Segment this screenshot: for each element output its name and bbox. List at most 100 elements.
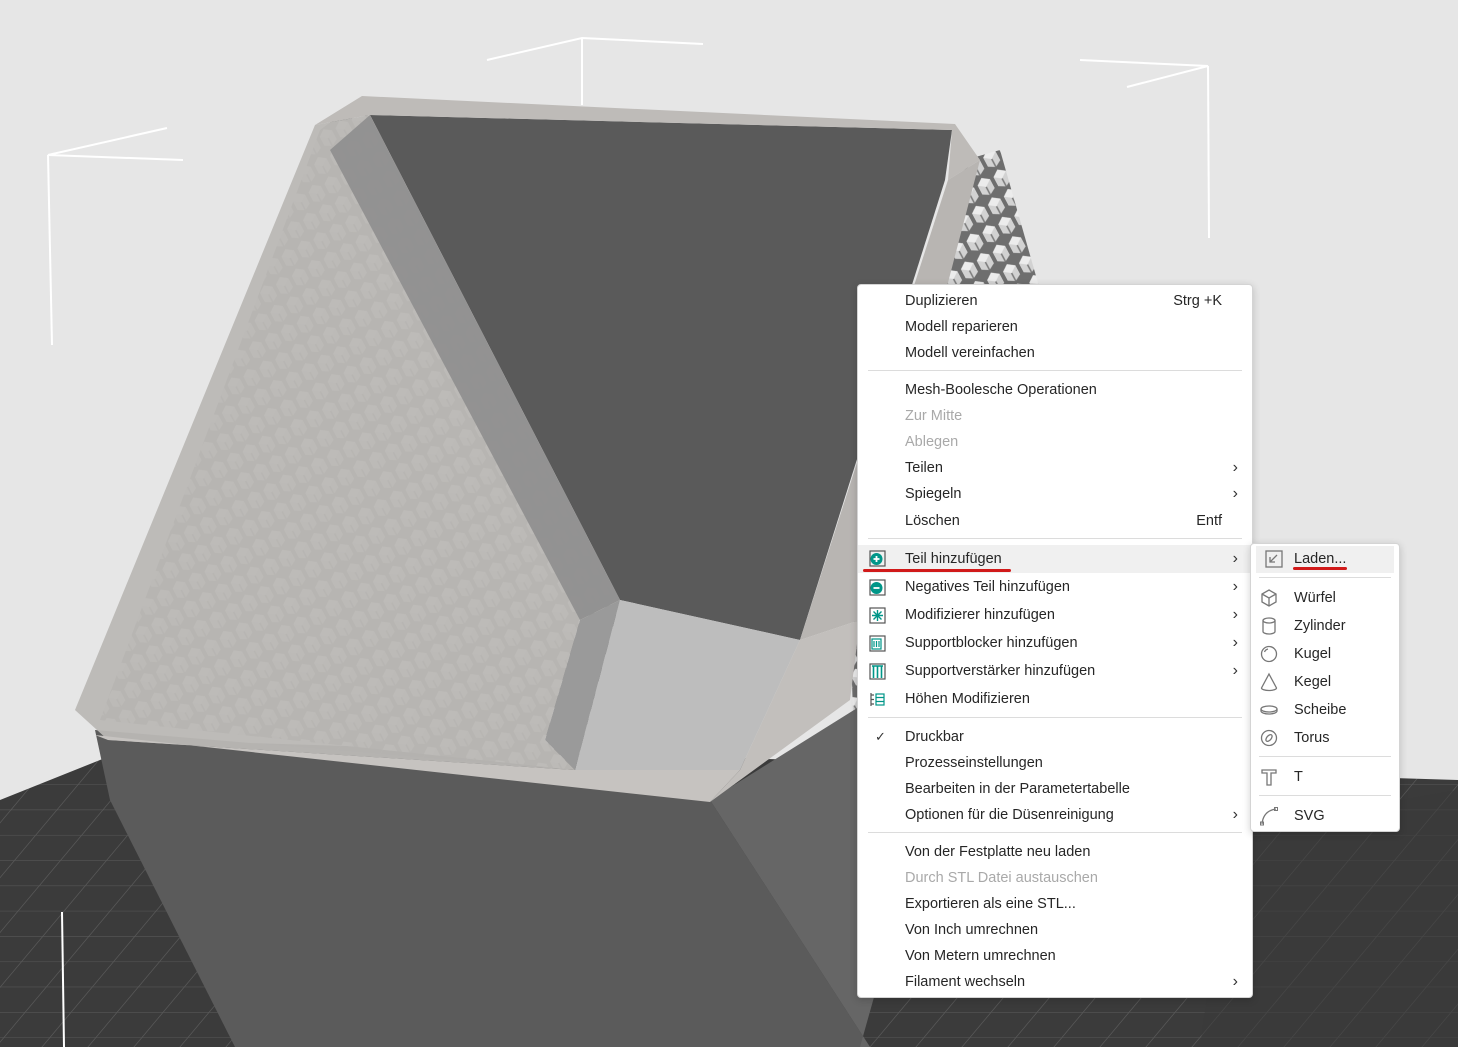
menu-item-replace-with-stl: Durch STL Datei austauschen (858, 865, 1252, 891)
menu-item-add-support-blocker[interactable]: Supportblocker hinzufügen › (858, 630, 1252, 656)
add-part-icon (869, 550, 886, 567)
svg-curve-icon (1260, 807, 1278, 826)
menu-item-change-filament[interactable]: Filament wechseln › (858, 969, 1252, 995)
cube-icon (1261, 589, 1277, 607)
chevron-right-icon: › (1232, 973, 1238, 990)
menu-item-label: Torus (1294, 730, 1330, 746)
menu-item-label: Supportblocker hinzufügen (905, 635, 1078, 651)
menu-item-convert-from-meters[interactable]: Von Metern umrechnen (858, 943, 1252, 969)
menu-separator (1259, 577, 1391, 578)
submenu-item-cube[interactable]: Würfel (1251, 585, 1399, 611)
menu-item-label: Von Metern umrechnen (905, 948, 1056, 964)
text-icon (1261, 769, 1277, 786)
menu-item-center: Zur Mitte (858, 403, 1252, 429)
red-annotation-underline (1293, 567, 1347, 570)
menu-item-label: Negatives Teil hinzufügen (905, 579, 1070, 595)
menu-item-shortcut: Entf (1196, 513, 1222, 529)
menu-separator (868, 538, 1242, 539)
menu-item-split[interactable]: Teilen › (858, 455, 1252, 481)
add-part-submenu: Laden... Würfel Zylinder Kugel Kegel Sch… (1250, 543, 1400, 832)
submenu-item-cylinder[interactable]: Zylinder (1251, 613, 1399, 639)
menu-item-label: Modell reparieren (905, 319, 1018, 335)
menu-item-label: Mesh-Boolesche Operationen (905, 382, 1097, 398)
menu-item-simplify-model[interactable]: Modell vereinfachen (858, 340, 1252, 366)
menu-item-label: Druckbar (905, 729, 964, 745)
submenu-item-torus[interactable]: Torus (1251, 725, 1399, 751)
menu-item-label: Höhen Modifizieren (905, 691, 1030, 707)
menu-item-add-modifier[interactable]: Modifizierer hinzufügen › (858, 602, 1252, 628)
menu-item-label: Scheibe (1294, 702, 1347, 718)
menu-separator (868, 370, 1242, 371)
negative-part-icon (869, 579, 886, 596)
menu-item-add-negative-part[interactable]: Negatives Teil hinzufügen › (858, 574, 1252, 600)
menu-item-duplicate[interactable]: Duplizieren Strg +K (858, 288, 1252, 314)
menu-item-label: Modell vereinfachen (905, 345, 1035, 361)
menu-item-label: Supportverstärker hinzufügen (905, 663, 1096, 679)
menu-item-label: Von der Festplatte neu laden (905, 844, 1091, 860)
menu-item-repair-model[interactable]: Modell reparieren (858, 314, 1252, 340)
load-file-icon (1265, 550, 1283, 568)
height-modifier-icon (870, 693, 885, 706)
menu-item-label: Prozesseinstellungen (905, 755, 1043, 771)
menu-item-mesh-boolean[interactable]: Mesh-Boolesche Operationen (858, 377, 1252, 403)
cylinder-icon (1262, 617, 1276, 635)
menu-item-label: SVG (1294, 808, 1325, 824)
chevron-right-icon: › (1232, 806, 1238, 823)
chevron-right-icon: › (1232, 634, 1238, 651)
menu-item-label: Modifizierer hinzufügen (905, 607, 1055, 623)
chevron-right-icon: › (1232, 606, 1238, 623)
menu-item-process-settings[interactable]: Prozesseinstellungen (858, 750, 1252, 776)
menu-item-label: Kugel (1294, 646, 1332, 662)
modifier-icon (869, 607, 886, 624)
torus-icon (1260, 729, 1278, 747)
menu-item-delete[interactable]: Löschen Entf (858, 508, 1252, 534)
support-blocker-icon (869, 635, 886, 652)
menu-item-drop-to-bed: Ablegen (858, 429, 1252, 455)
menu-item-shortcut: Strg +K (1173, 293, 1222, 309)
menu-item-label: Zylinder (1294, 618, 1346, 634)
menu-item-label: Zur Mitte (905, 408, 963, 424)
menu-item-add-support-enforcer[interactable]: Supportverstärker hinzufügen › (858, 658, 1252, 684)
chevron-right-icon: › (1232, 550, 1238, 567)
menu-item-label: Teilen (905, 460, 943, 476)
menu-item-export-stl[interactable]: Exportieren als eine STL... (858, 891, 1252, 917)
submenu-item-sphere[interactable]: Kugel (1251, 641, 1399, 667)
menu-item-edit-parameter-table[interactable]: Bearbeiten in der Parametertabelle (858, 776, 1252, 802)
menu-item-label: Durch STL Datei austauschen (905, 870, 1098, 886)
submenu-item-disc[interactable]: Scheibe (1251, 697, 1399, 723)
menu-item-label: T (1294, 769, 1303, 785)
object-context-menu: Duplizieren Strg +K Modell reparieren Mo… (857, 284, 1253, 998)
menu-separator (868, 832, 1242, 833)
menu-item-reload-from-disk[interactable]: Von der Festplatte neu laden (858, 839, 1252, 865)
menu-item-label: Duplizieren (905, 293, 978, 309)
chevron-right-icon: › (1232, 459, 1238, 476)
support-enforcer-icon (869, 663, 886, 680)
menu-item-label: Löschen (905, 513, 960, 529)
submenu-item-svg[interactable]: SVG (1251, 803, 1399, 829)
menu-item-label: Bearbeiten in der Parametertabelle (905, 781, 1130, 797)
menu-separator (1259, 756, 1391, 757)
menu-separator (868, 717, 1242, 718)
menu-item-label: Optionen für die Düsenreinigung (905, 807, 1114, 823)
menu-item-label: Ablegen (905, 434, 959, 450)
submenu-item-text[interactable]: T (1251, 764, 1399, 790)
menu-item-label: Filament wechseln (905, 974, 1026, 990)
menu-separator (1259, 795, 1391, 796)
menu-item-printable[interactable]: ✓ Druckbar (858, 724, 1252, 750)
chevron-right-icon: › (1232, 485, 1238, 502)
menu-item-label: Exportieren als eine STL... (905, 896, 1076, 912)
red-annotation-underline (863, 569, 1011, 572)
sphere-icon (1260, 645, 1278, 663)
menu-item-convert-from-inch[interactable]: Von Inch umrechnen (858, 917, 1252, 943)
cone-icon (1260, 672, 1278, 692)
menu-item-mirror[interactable]: Spiegeln › (858, 481, 1252, 507)
menu-item-label: Spiegeln (905, 486, 962, 502)
menu-item-nozzle-wipe-options[interactable]: Optionen für die Düsenreinigung › (858, 802, 1252, 828)
chevron-right-icon: › (1232, 578, 1238, 595)
menu-item-label: Kegel (1294, 674, 1332, 690)
menu-item-label: Würfel (1294, 590, 1336, 606)
menu-item-height-modifier[interactable]: Höhen Modifizieren (858, 686, 1252, 712)
submenu-item-cone[interactable]: Kegel (1251, 669, 1399, 695)
checkmark-icon: ✓ (875, 729, 886, 744)
chevron-right-icon: › (1232, 662, 1238, 679)
